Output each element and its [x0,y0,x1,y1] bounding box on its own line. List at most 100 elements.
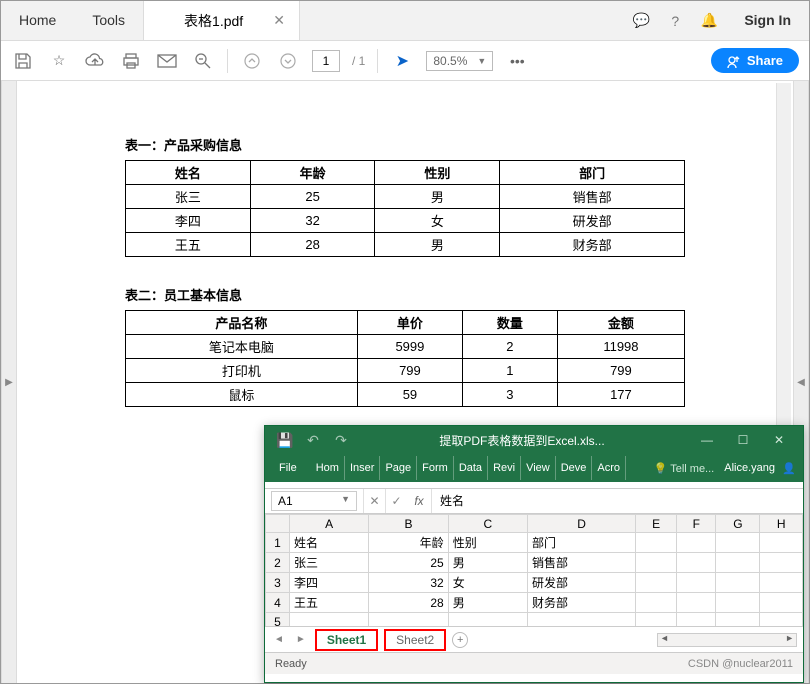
grid-cell[interactable] [677,613,716,627]
print-icon[interactable] [119,49,143,73]
page-down-icon[interactable] [276,49,300,73]
close-button[interactable]: ✕ [761,433,797,447]
grid-cell[interactable] [290,613,369,627]
ribbon-tab[interactable]: Inser [345,456,380,480]
grid-cell[interactable] [636,593,677,613]
save-icon[interactable]: 💾 [271,432,299,449]
maximize-button[interactable]: ☐ [725,433,761,447]
grid-cell[interactable]: 部门 [528,533,636,553]
save-icon[interactable] [11,49,35,73]
selection-cursor-icon[interactable]: ➤ [390,49,414,73]
help-icon[interactable]: ? [658,1,692,40]
add-sheet-button[interactable]: + [452,632,468,648]
grid-cell[interactable] [716,533,760,553]
fx-confirm-icon[interactable]: ✓ [385,489,407,513]
grid-cell[interactable] [636,533,677,553]
ribbon-tab[interactable]: Hom [311,456,345,480]
grid-cell[interactable]: 性别 [448,533,527,553]
page-up-icon[interactable] [240,49,264,73]
column-header[interactable]: C [448,515,527,533]
select-all-cell[interactable] [266,515,290,533]
column-header[interactable]: E [636,515,677,533]
grid-cell[interactable] [760,573,803,593]
nav-tools[interactable]: Tools [74,1,143,40]
search-zoom-icon[interactable] [191,49,215,73]
zoom-select[interactable]: 80.5% ▼ [426,51,493,71]
grid-cell[interactable] [636,613,677,627]
bell-icon[interactable]: 🔔 [692,1,726,40]
grid-cell[interactable] [716,553,760,573]
grid-cell[interactable]: 28 [369,593,448,613]
grid-cell[interactable] [677,533,716,553]
grid-cell[interactable]: 年龄 [369,533,448,553]
close-tab-icon[interactable]: ✕ [273,12,285,29]
star-icon[interactable]: ☆ [47,49,71,73]
grid-cell[interactable]: 研发部 [528,573,636,593]
nav-home[interactable]: Home [1,1,74,40]
grid-cell[interactable]: 32 [369,573,448,593]
row-header[interactable]: 3 [266,573,290,593]
sign-in-link[interactable]: Sign In [726,1,809,40]
grid-cell[interactable]: 男 [448,593,527,613]
cloud-upload-icon[interactable] [83,49,107,73]
ribbon-tab-file[interactable]: File [269,456,307,480]
ribbon-tab[interactable]: Page [380,456,417,480]
grid-cell[interactable] [760,533,803,553]
spreadsheet-grid[interactable]: ABCDEFGH1姓名年龄性别部门2张三25男销售部3李四32女研发部4王五28… [265,514,803,626]
formula-bar[interactable]: 姓名 [431,489,803,513]
ribbon-tab[interactable]: Revi [488,456,521,480]
ribbon-tab[interactable]: Data [454,456,488,480]
grid-cell[interactable] [677,593,716,613]
grid-cell[interactable] [677,573,716,593]
chat-icon[interactable]: 💬 [624,1,658,40]
page-number-input[interactable] [312,50,340,72]
horizontal-scrollbar[interactable] [657,633,797,647]
grid-cell[interactable]: 王五 [290,593,369,613]
redo-icon[interactable]: ↷ [327,432,355,449]
grid-cell[interactable]: 女 [448,573,527,593]
ribbon-tab[interactable]: Acro [592,456,626,480]
sheet-tab-1[interactable]: Sheet1 [315,629,378,651]
ribbon-tab[interactable]: Deve [556,456,593,480]
grid-cell[interactable]: 25 [369,553,448,573]
undo-icon[interactable]: ↶ [299,432,327,449]
grid-cell[interactable] [716,593,760,613]
grid-cell[interactable] [760,593,803,613]
column-header[interactable]: H [760,515,803,533]
share-button[interactable]: Share [711,48,799,73]
left-panel-toggle[interactable]: ▶ [1,81,17,683]
grid-cell[interactable] [716,613,760,627]
grid-cell[interactable]: 李四 [290,573,369,593]
minimize-button[interactable]: — [689,433,725,447]
grid-cell[interactable]: 销售部 [528,553,636,573]
grid-cell[interactable]: 男 [448,553,527,573]
grid-cell[interactable] [636,573,677,593]
grid-cell[interactable] [369,613,448,627]
row-header[interactable]: 4 [266,593,290,613]
grid-cell[interactable] [760,553,803,573]
tell-me-search[interactable]: 💡 Tell me... [648,462,721,475]
grid-cell[interactable] [716,573,760,593]
grid-cell[interactable] [760,613,803,627]
sheet-nav-next[interactable]: ► [293,634,309,645]
column-header[interactable]: D [528,515,636,533]
grid-cell[interactable] [636,553,677,573]
column-header[interactable]: B [369,515,448,533]
grid-cell[interactable] [677,553,716,573]
sheet-tab-2[interactable]: Sheet2 [384,629,446,651]
mail-icon[interactable] [155,49,179,73]
column-header[interactable]: G [716,515,760,533]
grid-cell[interactable]: 张三 [290,553,369,573]
column-header[interactable]: A [290,515,369,533]
grid-cell[interactable]: 姓名 [290,533,369,553]
ribbon-tab[interactable]: View [521,456,556,480]
vertical-scrollbar[interactable] [779,85,789,101]
grid-cell[interactable] [448,613,527,627]
grid-cell[interactable] [528,613,636,627]
sheet-nav-prev[interactable]: ◄ [271,634,287,645]
row-header[interactable]: 2 [266,553,290,573]
name-box[interactable]: A1 ▼ [271,491,357,511]
grid-cell[interactable]: 财务部 [528,593,636,613]
ribbon-tab[interactable]: Form [417,456,454,480]
column-header[interactable]: F [677,515,716,533]
